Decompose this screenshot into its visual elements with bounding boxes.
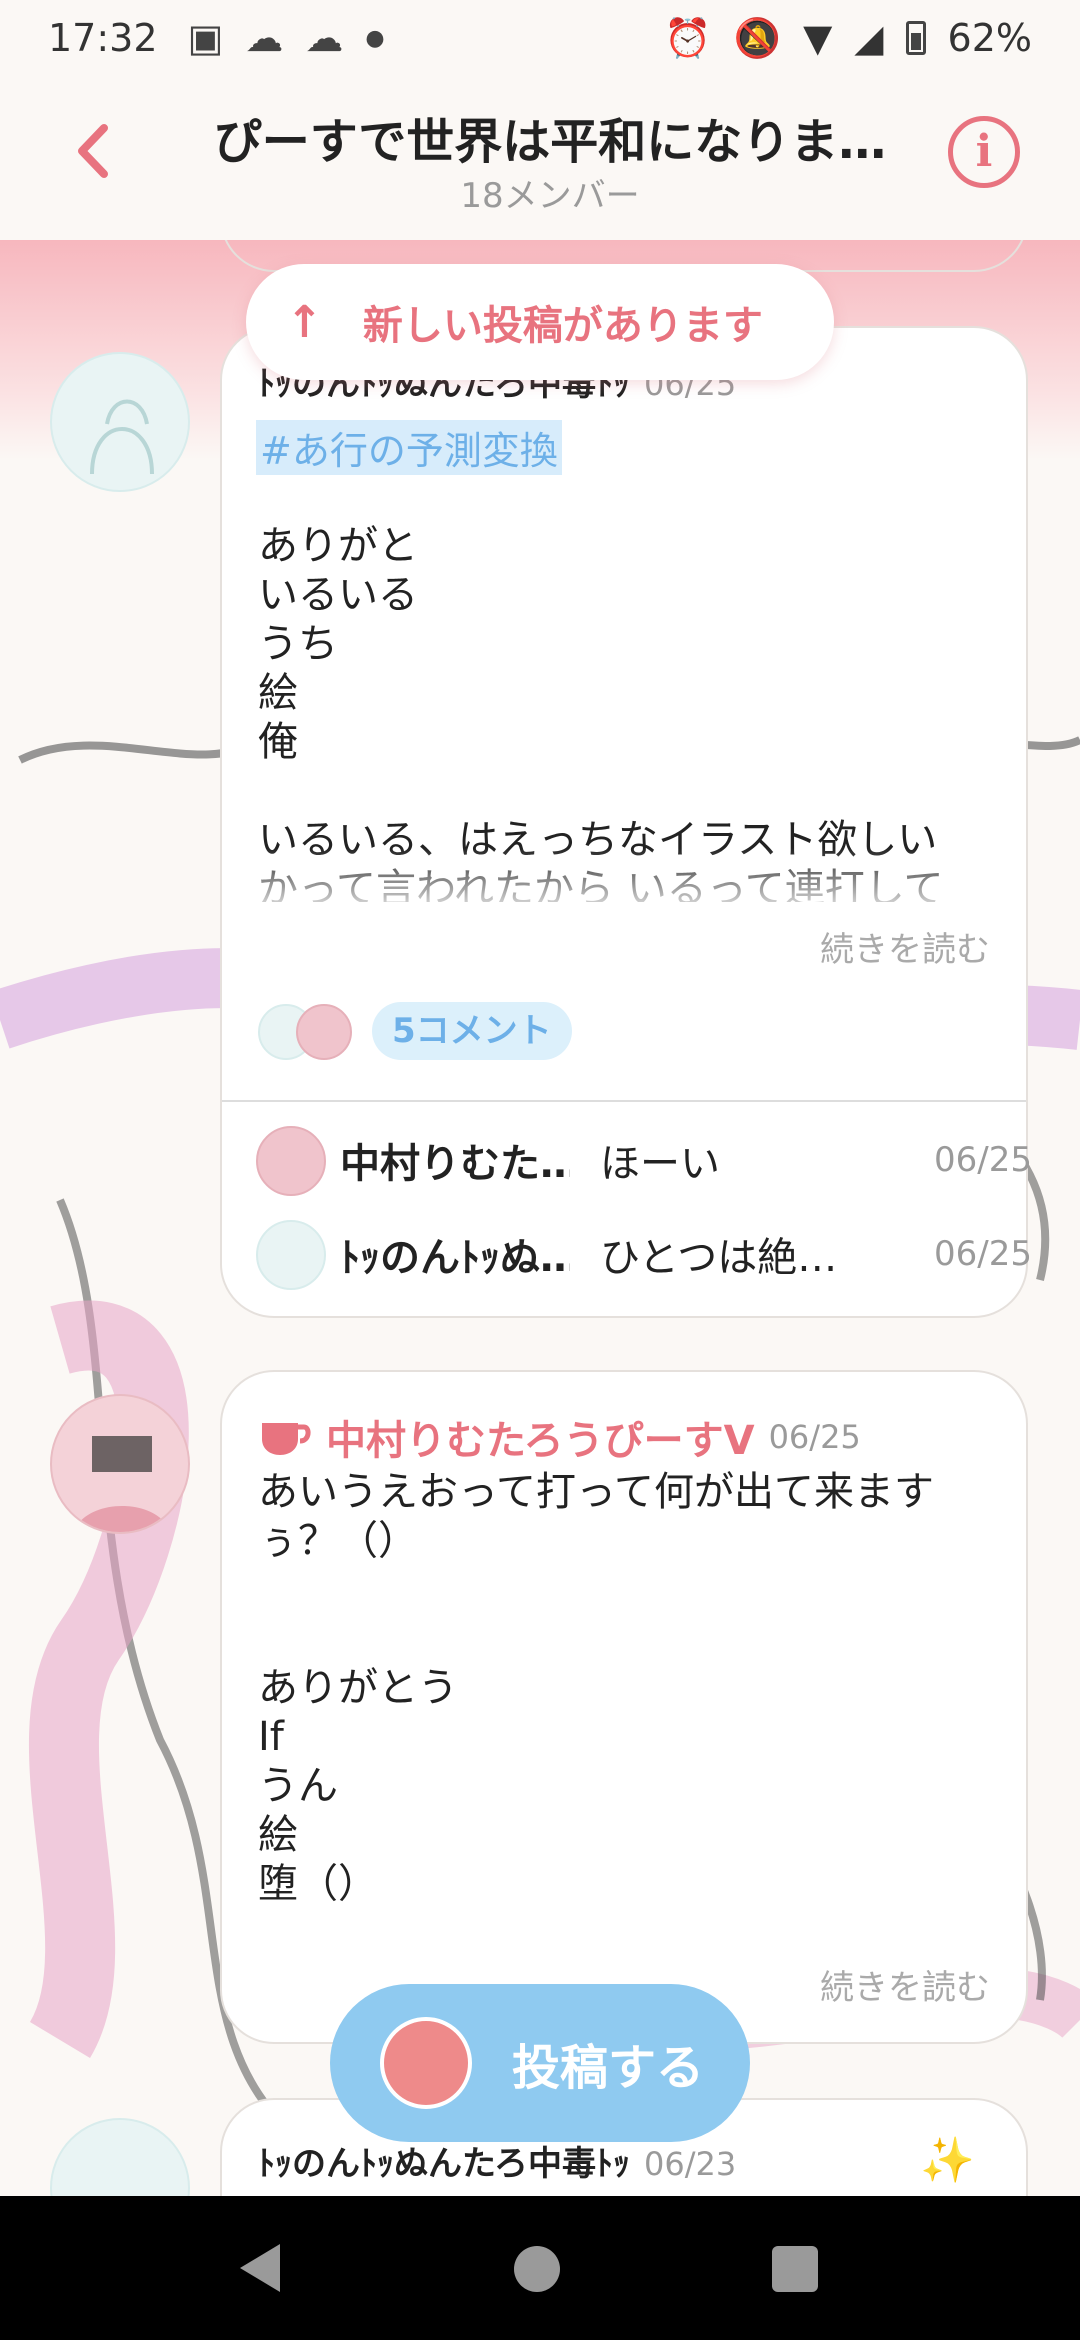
member-count[interactable]: 18メンバー xyxy=(190,168,910,217)
comment-author: ﾄｯのんﾄｯぬ… xyxy=(340,1235,570,1281)
new-posts-button[interactable]: ↑ 新しい投稿があります xyxy=(246,264,834,380)
post-button[interactable]: 投稿する xyxy=(330,1984,750,2142)
nav-recents-icon[interactable] xyxy=(772,2246,818,2292)
comment-avatar xyxy=(256,1126,326,1196)
commenter-avatar xyxy=(296,1004,352,1060)
weather-icon: ☁ xyxy=(245,16,284,60)
comment-date: 06/25 xyxy=(934,1140,1032,1180)
more-notifications-icon: ● xyxy=(365,25,385,51)
comment-avatar xyxy=(256,1220,326,1290)
read-more-link[interactable]: 続きを読む xyxy=(820,922,990,971)
comment-text: ほーい xyxy=(600,1141,720,1187)
nav-home-icon[interactable] xyxy=(514,2246,560,2292)
hashtag-link[interactable]: #あ行の予測変換 xyxy=(256,420,562,475)
new-posts-label: 新しい投稿があります xyxy=(362,303,763,349)
status-time: 17:32 xyxy=(48,16,158,60)
signal-icon: ◢ xyxy=(854,16,884,60)
status-bar: 17:32 ▣ ☁ ☁ ● ⏰ 🔕 ▼ ◢ 62% xyxy=(0,0,1080,76)
weather-icon-2: ☁ xyxy=(305,16,344,60)
arrow-up-icon: ↑ xyxy=(286,296,323,348)
post-card[interactable]: 中村りむたろうぴーすV 06/25 あいうえおって打って何が出て来ます ぅ？（）… xyxy=(220,1370,1028,2044)
read-more-link[interactable]: 続きを読む xyxy=(820,1960,990,2009)
app-header: ぴーすで世界は平和になりま… 18メンバー i xyxy=(0,76,1080,240)
system-nav-bar xyxy=(0,2196,1080,2340)
post-body: あいうえおって打って何が出て来ます ぅ？（） ありがとう If うん 絵 堕（） xyxy=(258,1469,934,1907)
avatar[interactable] xyxy=(50,1394,190,1534)
avatar[interactable] xyxy=(50,352,190,492)
comment-count-badge[interactable]: 5コメント xyxy=(372,1002,572,1060)
mute-icon: 🔕 xyxy=(733,15,782,60)
info-icon[interactable]: i xyxy=(948,116,1020,188)
sparkle-icon: ✨ xyxy=(920,2135,975,2186)
post-body: ありがと いるいる うち 絵 俺 いるいる、はえっちなイラスト欲しい かって言わ… xyxy=(258,523,944,902)
comment-row[interactable]: ﾄｯのんﾄｯぬ… ひとつは絶… 06/25 xyxy=(340,1214,1032,1294)
comment-row[interactable]: 中村りむた… ほーい 06/25 xyxy=(340,1120,1032,1200)
cup-icon xyxy=(262,1423,311,1455)
nav-back-icon[interactable] xyxy=(240,2244,280,2292)
battery-icon xyxy=(905,21,926,55)
user-avatar-icon xyxy=(380,2017,472,2109)
text-fade xyxy=(222,848,1026,918)
post-author[interactable]: ﾄｯのんﾄｯぬんたろ中毒ﾄｯ xyxy=(258,2136,630,2185)
wifi-icon: ▼ xyxy=(803,16,833,60)
post-author[interactable]: 中村りむたろうぴーすV xyxy=(326,1408,755,1466)
app-notification-icon: ▣ xyxy=(187,16,224,60)
post-button-label: 投稿する xyxy=(512,2040,705,2096)
divider xyxy=(222,1100,1026,1102)
chevron-left-icon[interactable] xyxy=(60,116,130,186)
comment-text: ひとつは絶… xyxy=(600,1235,838,1281)
page-title: ぴーすで世界は平和になりま… xyxy=(213,114,887,170)
comment-author: 中村りむた… xyxy=(340,1141,570,1187)
post-date: 06/25 xyxy=(768,1418,861,1456)
battery-percent: 62% xyxy=(947,16,1032,60)
post-date: 06/23 xyxy=(643,2145,737,2183)
status-indicators: ⏰ 🔕 ▼ ◢ 62% xyxy=(664,16,1032,61)
alarm-icon: ⏰ xyxy=(664,15,712,60)
comment-date: 06/25 xyxy=(934,1234,1032,1274)
